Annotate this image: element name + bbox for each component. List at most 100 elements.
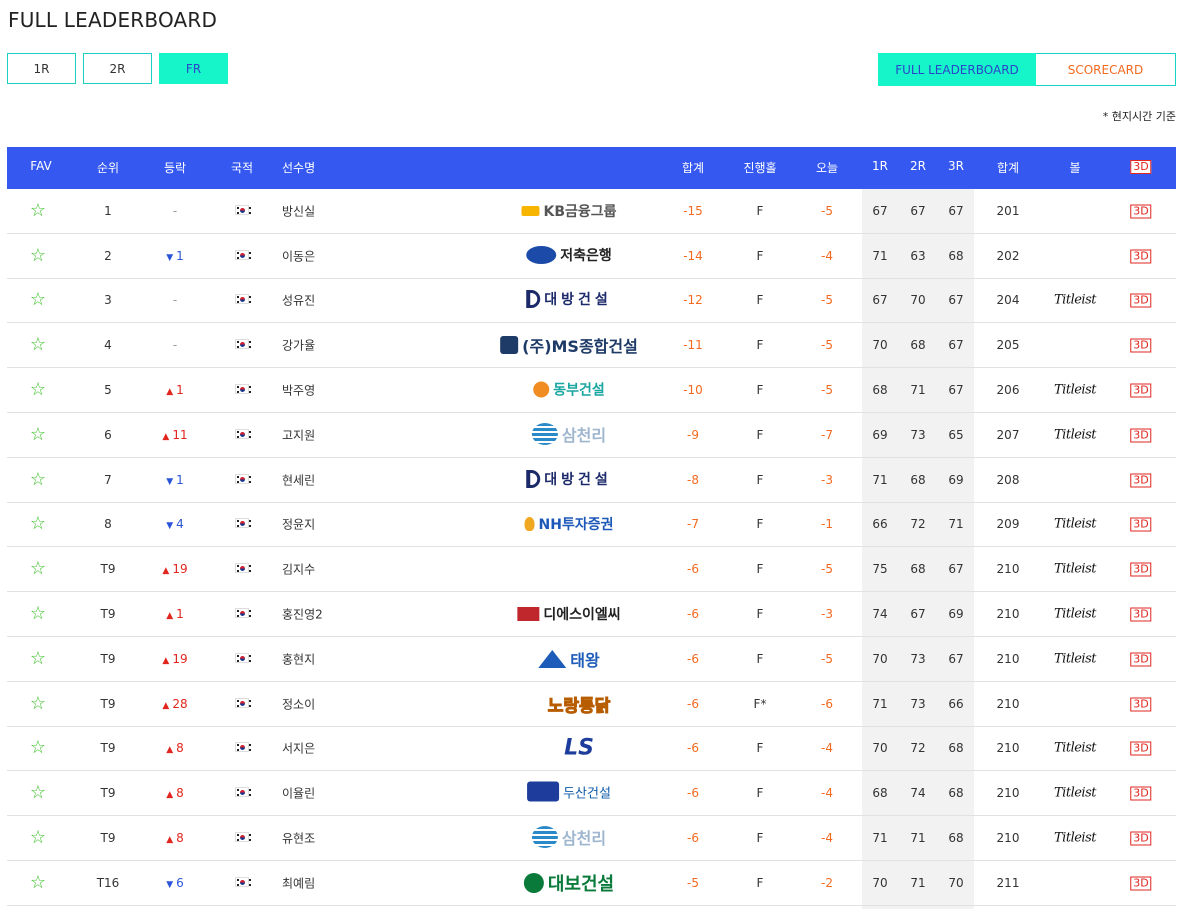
favorite-star-icon[interactable]: ☆ [30,873,46,892]
view-3d-button[interactable]: 3D [1130,293,1152,308]
player-name[interactable]: 홍진영2 [282,606,323,623]
sponsor-name: 두산건설 [563,786,611,802]
ball-cell: Titleist [1054,786,1096,801]
rank: 4 [104,338,112,353]
sponsor-cell: 노랑통닭 [528,691,611,717]
player-name[interactable]: 정윤지 [282,516,315,533]
round2-score: 63 [910,248,926,263]
tab-round-final[interactable]: FR [159,53,228,84]
rank: T9 [100,696,116,711]
table-row[interactable]: ☆ 1 - 방신실 KB금융그룹 -15 F -5 67 67 67 201 3… [7,189,1176,234]
favorite-star-icon[interactable]: ☆ [30,381,46,399]
tab-round-1[interactable]: 1R [7,53,76,84]
favorite-star-icon[interactable]: ☆ [30,515,46,533]
favorite-star-icon[interactable]: ☆ [30,291,46,309]
view-3d-button[interactable]: 3D [1130,338,1152,353]
view-3d-button[interactable]: 3D [1130,651,1152,667]
player-name[interactable]: 유현조 [282,830,315,847]
round3-score: 67 [948,383,964,398]
view-3d-button[interactable]: 3D [1130,517,1152,532]
table-row[interactable]: ☆ T9 ▲ 19 홍현지 태왕 -6 F -5 70 73 67 210 Tit… [7,637,1176,682]
player-name[interactable]: 현세린 [282,471,315,488]
player-name[interactable]: 정소이 [282,695,315,712]
table-row[interactable]: ☆ 4 - 강가율 (주)MS종합건설 -11 F -5 70 68 67 20… [7,323,1176,369]
view-3d-button[interactable]: 3D [1130,607,1152,622]
table-row[interactable]: ☆ 7 ▼ 1 현세린 대방건설 -8 F -3 71 68 69 208 3D [7,458,1176,503]
ball-cell: Titleist [1054,651,1096,666]
table-row[interactable]: ☆ 2 ▼ 1 이동은 저축은행 -14 F -4 71 63 68 202 3D [7,234,1176,279]
player-name[interactable]: 홍현지 [282,650,315,667]
favorite-star-icon[interactable]: ☆ [30,829,46,847]
rank-move-value: 1 [176,607,184,622]
tab-round-2[interactable]: 2R [83,53,152,84]
favorite-star-icon[interactable]: ☆ [30,605,46,623]
view-3d-button[interactable]: 3D [1130,741,1152,756]
total-score: -14 [683,248,703,263]
player-name[interactable]: 김지수 [282,561,315,578]
rank-move-cell: ▼ 1 [166,473,184,487]
view-3d-button[interactable]: 3D [1130,875,1152,891]
total-score: -5 [687,875,699,890]
rank-move-cell: ▲ 28 [162,697,187,711]
view-3d-button[interactable]: 3D [1130,786,1152,801]
favorite-star-icon[interactable]: ☆ [30,201,46,220]
table-row[interactable]: ☆ T9 ▲ 1 홍진영2 디에스이엘씨 -6 F -3 74 67 69 210… [7,592,1176,637]
round3-score: 67 [948,651,964,666]
view-3d-button[interactable]: 3D [1130,831,1152,846]
view-3d-button[interactable]: 3D [1130,248,1152,264]
table-row[interactable]: ☆ T9 ▲ 8 서지은 LS -6 F -4 70 72 68 210 Titl… [7,727,1176,772]
table-row[interactable]: ☆ T9 ▲ 19 김지수 -6 F -5 75 68 67 210 Titlei… [7,547,1176,593]
sponsor-logo: (주)MS종합건설 [500,333,638,357]
sponsor-cell: KB금융그룹 [521,201,617,221]
player-name[interactable]: 박주영 [282,382,315,399]
view-3d-button[interactable]: 3D [1130,427,1152,443]
view-3d-button[interactable]: 3D [1130,472,1152,488]
player-name[interactable]: 성유진 [282,292,315,309]
round1-score: 71 [872,472,888,487]
player-name[interactable]: 최예림 [282,874,315,891]
round1-score: 71 [872,696,888,711]
round2-score: 67 [910,203,926,218]
rank-move: ▲ 28 [162,697,187,711]
table-row[interactable]: ☆ 6 ▲ 11 고지원 삼천리 -9 F -7 69 73 65 207 Tit… [7,413,1176,458]
table-row[interactable]: ☆ 5 ▲ 1 박주영 동부건설 -10 F -5 68 71 67 206 Ti… [7,368,1176,413]
table-row[interactable]: ☆ T16 ▼ 6 최예림 대보건설 -5 F -2 70 71 70 211 3… [7,861,1176,906]
round2-score: 71 [910,831,926,846]
favorite-star-icon[interactable]: ☆ [30,425,46,444]
table-row[interactable]: ☆ T9 ▲ 8 이율린 두산건설 -6 F -4 68 74 68 210 Ti… [7,771,1176,817]
sum-strokes: 206 [996,383,1020,398]
round2-score: 68 [910,472,926,487]
favorite-star-icon[interactable]: ☆ [30,470,46,489]
view-3d-button[interactable]: 3D [1130,562,1152,577]
favorite-star-icon[interactable]: ☆ [30,694,46,713]
player-name[interactable]: 서지은 [282,740,315,757]
rank: 1 [104,203,112,218]
view-3d-button[interactable]: 3D [1130,203,1152,219]
player-name[interactable]: 방신실 [282,202,315,219]
favorite-star-icon[interactable]: ☆ [30,336,46,354]
player-name[interactable]: 이동은 [282,247,315,264]
sponsor-name: KB금융그룹 [543,203,617,220]
favorite-star-icon[interactable]: ☆ [30,739,46,757]
table-row[interactable]: ☆ 8 ▼ 4 정윤지 NH투자증권 -7 F -1 66 72 71 209 T… [7,503,1176,548]
round1-score: 70 [872,741,888,756]
view-3d-badge: 3D [1130,338,1152,353]
tab-full-leaderboard[interactable]: FULL LEADERBOARD [878,53,1036,86]
view-3d-button[interactable]: 3D [1130,383,1152,398]
view-3d-badge: 3D [1130,204,1152,219]
ball-cell: Titleist [1054,831,1096,846]
player-name[interactable]: 강가율 [282,337,315,354]
view-3d-button[interactable]: 3D [1130,696,1152,712]
table-row[interactable]: ☆ 3 - 성유진 대방건설 -12 F -5 67 70 67 204 Tit… [7,279,1176,324]
tab-scorecard[interactable]: SCORECARD [1036,53,1176,86]
player-name[interactable]: 이율린 [282,785,315,802]
player-name[interactable]: 고지원 [282,426,315,443]
view-3d-badge: 3D [1130,383,1152,398]
favorite-star-icon[interactable]: ☆ [30,246,46,265]
favorite-star-icon[interactable]: ☆ [30,649,46,668]
favorite-star-icon[interactable]: ☆ [30,560,46,578]
table-row[interactable]: ☆ T9 ▲ 8 유현조 삼천리 -6 F -4 71 71 68 210 Tit… [7,816,1176,861]
table-row[interactable]: ☆ T9 ▲ 28 정소이 노랑통닭 -6 F* -6 71 73 66 210 … [7,682,1176,727]
rank: T16 [96,875,120,890]
favorite-star-icon[interactable]: ☆ [30,784,46,802]
